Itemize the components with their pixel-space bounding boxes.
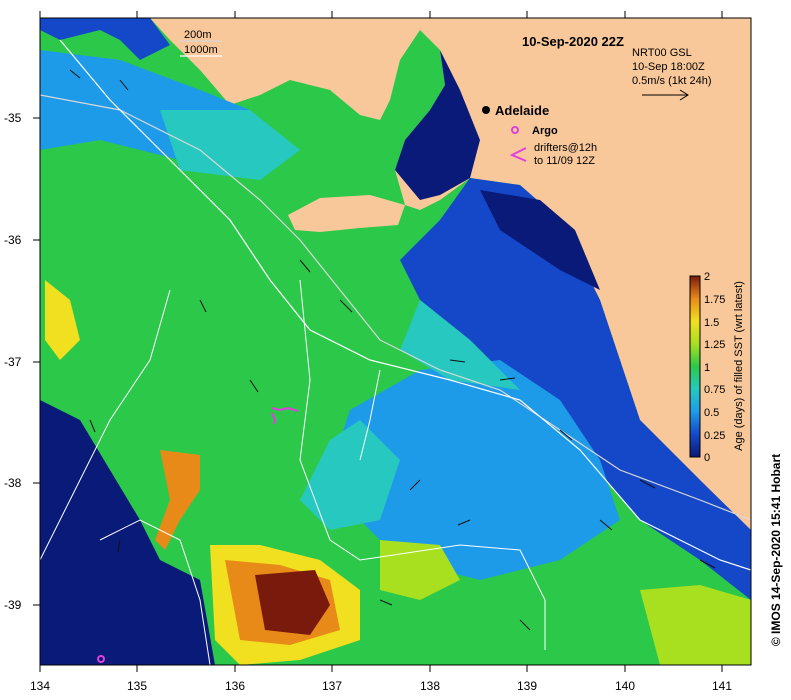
map-field <box>40 18 751 665</box>
credit-text: © IMOS 14-Sep-2020 15:41 Hobart <box>769 454 783 646</box>
colorbar-label: Age (days) of filled SST (wrt latest) <box>733 281 745 451</box>
x-tick-137: 137 <box>322 679 342 693</box>
x-tick-140: 140 <box>615 679 635 693</box>
colorbar-tick-1: 1 <box>704 362 710 374</box>
current-scale-label: 0.5m/s (1kt 24h) <box>632 75 711 87</box>
colorbar-tick-15: 1.5 <box>704 317 719 329</box>
y-tick-minus38: -38 <box>4 476 22 490</box>
x-tick-139: 139 <box>517 679 537 693</box>
drifters-legend-line1: drifters@12h <box>534 142 597 154</box>
colorbar-tick-075: 0.75 <box>704 384 725 396</box>
x-tick-141: 141 <box>712 679 732 693</box>
sst-age-map: 134 135 136 137 138 139 140 141 -35 -36 … <box>4 11 783 693</box>
city-label-adelaide: Adelaide <box>495 103 549 118</box>
y-tick-minus35: -35 <box>4 111 22 125</box>
current-time-label: 10-Sep 18:00Z <box>632 61 705 73</box>
x-tick-138: 138 <box>420 679 440 693</box>
current-source-label: NRT00 GSL <box>632 47 692 59</box>
x-tick-136: 136 <box>225 679 245 693</box>
colorbar-tick-175: 1.75 <box>704 294 725 306</box>
colorbar-tick-05: 0.5 <box>704 407 719 419</box>
city-marker-icon <box>482 106 490 114</box>
isobath-1000m-label: 1000m <box>184 44 218 56</box>
map-title: 10-Sep-2020 22Z <box>522 34 624 49</box>
colorbar-tick-025: 0.25 <box>704 430 725 442</box>
colorbar-tick-0: 0 <box>704 452 710 464</box>
y-tick-minus36: -36 <box>4 233 22 247</box>
y-tick-minus37: -37 <box>4 355 22 369</box>
isobath-200m-label: 200m <box>184 29 212 41</box>
argo-legend-label: Argo <box>532 125 558 137</box>
x-tick-135: 135 <box>127 679 147 693</box>
colorbar-tick-2: 2 <box>704 271 710 283</box>
drifters-legend-line2: to 11/09 12Z <box>534 155 595 167</box>
colorbar-tick-125: 1.25 <box>704 339 725 351</box>
colorbar <box>689 275 701 458</box>
y-tick-minus39: -39 <box>4 598 22 612</box>
x-tick-134: 134 <box>30 679 50 693</box>
